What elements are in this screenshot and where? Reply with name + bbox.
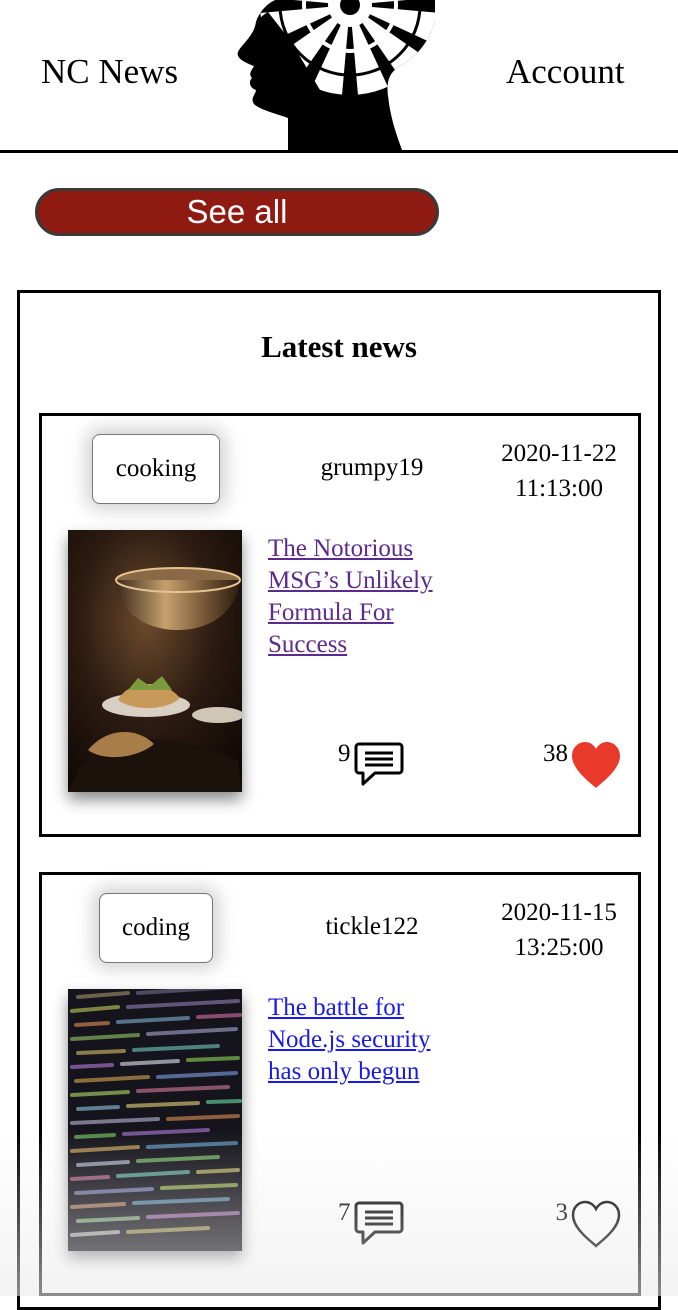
vote-count: 38 (543, 740, 568, 767)
comment-count: 7 (338, 1199, 351, 1226)
article-title-link[interactable]: The battle for Node.js security has only… (268, 992, 468, 1088)
comment-icon[interactable] (353, 740, 405, 788)
heart-filled-icon[interactable] (570, 740, 622, 790)
article-date: 2020-11-22 11:13:00 (501, 440, 617, 502)
article-card: coding tickle122 2020-11-15 13:25:00 The… (39, 872, 641, 1296)
article-author: tickle122 (325, 913, 419, 940)
topic-button[interactable]: cooking (92, 434, 220, 504)
article-thumbnail-code-photo[interactable] (68, 989, 242, 1251)
account-link[interactable]: Account (506, 52, 625, 92)
comment-icon[interactable] (353, 1199, 405, 1247)
topic-button[interactable]: coding (99, 893, 213, 963)
vote-count: 3 (555, 1199, 569, 1226)
article-author: grumpy19 (320, 454, 424, 481)
article-thumbnail-food-photo[interactable] (68, 530, 242, 792)
article-title-link[interactable]: The Notorious MSG’s Unlikely Formula For… (268, 533, 468, 661)
see-all-button[interactable]: See all (35, 188, 439, 236)
comment-count: 9 (338, 740, 351, 767)
latest-news-section: Latest news cooking grumpy19 2020-11-22 … (17, 290, 661, 1310)
hypnotic-head-logo-icon[interactable] (230, 0, 440, 150)
article-card: cooking grumpy19 2020-11-22 11:13:00 The… (39, 413, 641, 837)
article-date: 2020-11-15 13:25:00 (501, 899, 617, 961)
section-title: Latest news (261, 329, 417, 364)
site-brand[interactable]: NC News (41, 52, 178, 92)
site-header: NC News Account (0, 0, 678, 153)
heart-outline-icon[interactable] (570, 1199, 622, 1249)
